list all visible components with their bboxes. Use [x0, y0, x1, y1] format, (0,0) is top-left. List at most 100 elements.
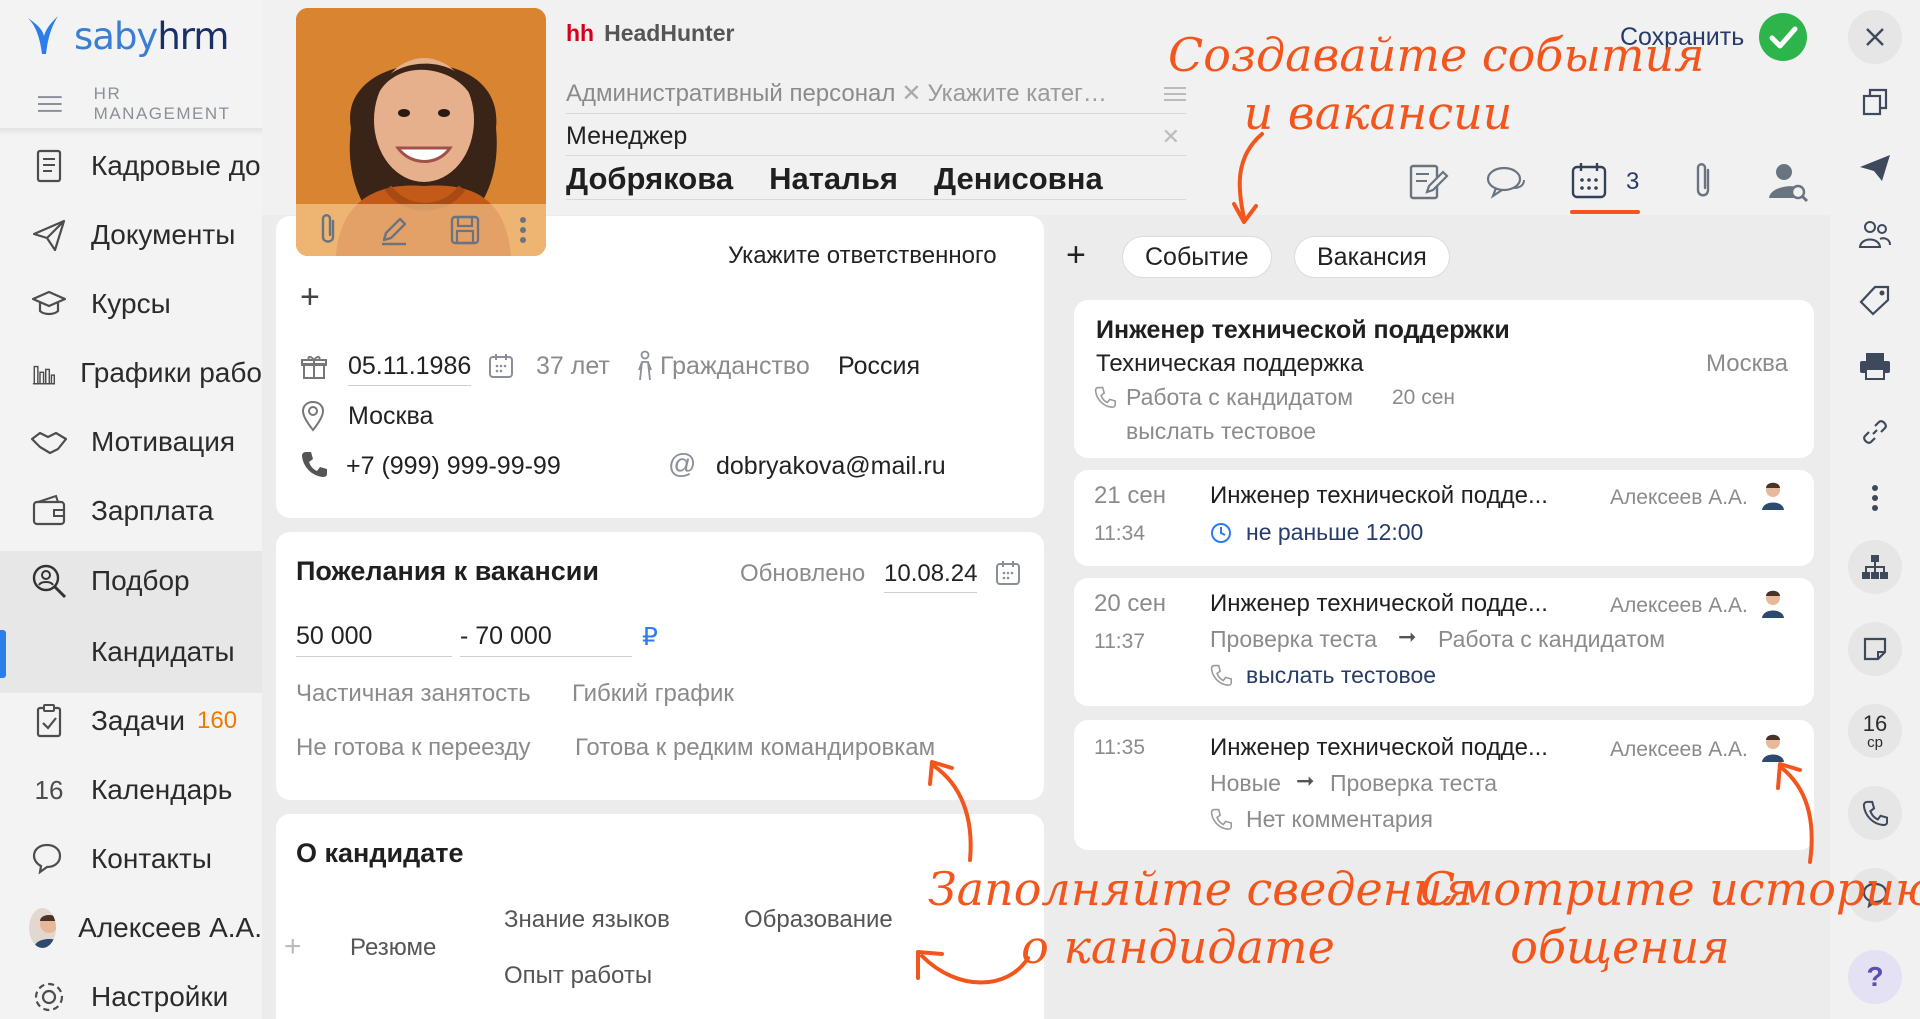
sidebar-item-label: Графики рабо — [80, 357, 262, 388]
people-button[interactable] — [1853, 212, 1897, 256]
updated-label: Обновлено — [740, 560, 866, 587]
sidebar-item-motivation[interactable]: Мотивация — [0, 411, 262, 473]
author-avatar — [1760, 588, 1786, 618]
wish-tag[interactable]: Гибкий график — [572, 680, 734, 708]
phone-value[interactable]: +7 (999) 999-99-99 — [346, 452, 561, 481]
copy-button[interactable] — [1853, 80, 1897, 124]
clock-icon — [1211, 523, 1231, 543]
history-stage-to: Проверка теста — [1330, 770, 1498, 796]
responsible-field[interactable]: Укажите ответственного — [728, 242, 997, 270]
send-button[interactable] — [1853, 146, 1897, 190]
salary-to-field[interactable]: - 70 000 — [460, 622, 632, 657]
more-button[interactable] — [1853, 476, 1897, 520]
close-button[interactable] — [1848, 10, 1902, 64]
sidebar-item-calendar[interactable]: 16 Календарь — [0, 759, 262, 821]
history-stage-from: Новые — [1210, 770, 1281, 796]
wish-tag[interactable]: Не готова к переезду — [296, 734, 530, 762]
middle-name[interactable]: Денисовна — [934, 161, 1103, 197]
send-icon — [1860, 155, 1890, 181]
experience-link[interactable]: Опыт работы — [504, 962, 652, 990]
sidebar-item-documents[interactable]: Документы — [0, 204, 262, 266]
remove-category-icon[interactable]: ✕ — [901, 79, 921, 108]
person-icon — [638, 350, 652, 381]
sidebar-item-label: Кандидаты — [91, 636, 235, 667]
people-icon — [1858, 221, 1891, 248]
sidebar-item-recruiting[interactable]: Подбор — [0, 551, 262, 611]
category-placeholder[interactable]: Укажите катег… — [928, 80, 1107, 108]
citizenship-value[interactable]: Россия — [838, 352, 920, 381]
sidebar-item-settings[interactable]: Настройки — [0, 966, 262, 1019]
sidebar-item-schedules[interactable]: Графики рабо — [0, 342, 262, 404]
position-field[interactable]: Менеджер ✕ — [566, 118, 1186, 156]
category-field[interactable]: Административный персонал ✕ Укажите кате… — [566, 74, 1186, 114]
calendar-icon[interactable] — [995, 559, 1021, 587]
tab-attachments[interactable] — [1682, 160, 1726, 204]
call-button[interactable] — [1848, 786, 1902, 840]
calendar-icon[interactable] — [488, 352, 514, 380]
first-name[interactable]: Наталья — [769, 161, 898, 197]
pencil-icon[interactable] — [378, 214, 410, 246]
vacancy-city: Москва — [1706, 350, 1788, 377]
sidebar-item-candidates[interactable]: Кандидаты — [0, 611, 262, 693]
add-section-button[interactable]: + — [284, 930, 302, 964]
wish-tag[interactable]: Частичная занятость — [296, 680, 531, 708]
logo[interactable]: sabyhrm — [26, 14, 229, 58]
category-chip: Административный персонал — [566, 79, 896, 107]
arrow-annotation-icon — [916, 950, 1030, 985]
event-button[interactable]: Событие — [1122, 236, 1272, 278]
history-time: 11:37 — [1094, 630, 1145, 653]
add-event-button[interactable]: + — [1066, 236, 1086, 275]
wallet-icon — [32, 494, 66, 526]
logo-hrm: hrm — [157, 14, 229, 58]
education-link[interactable]: Образование — [744, 906, 893, 934]
logo-text: sabyhrm — [74, 14, 229, 58]
email-value[interactable]: dobryakova@mail.ru — [716, 452, 946, 481]
tab-events[interactable]: 3 — [1570, 160, 1650, 204]
birth-date-field[interactable]: 05.11.1986 — [348, 352, 472, 386]
sidebar-item-tasks[interactable]: Задачи 160 — [0, 690, 262, 752]
sidebar-item-profile[interactable]: Алексеев А.А. — [0, 897, 262, 959]
city-value[interactable]: Москва — [348, 402, 433, 431]
last-name[interactable]: Добрякова — [566, 161, 733, 197]
saby-bird-icon — [28, 16, 58, 54]
currency-selector[interactable]: ₽ — [642, 622, 658, 652]
structure-button[interactable] — [1848, 540, 1902, 594]
calendar-weekday: ср — [1867, 733, 1883, 751]
print-button[interactable] — [1853, 344, 1897, 388]
active-tab-underline — [1570, 210, 1640, 214]
tab-candidate-search[interactable] — [1766, 160, 1810, 204]
wish-tag[interactable]: Готова к редким командировкам — [575, 734, 935, 762]
printer-icon — [1860, 353, 1890, 380]
link-button[interactable] — [1853, 410, 1897, 454]
full-name-field[interactable]: Добрякова Наталья Денисовна — [566, 158, 1186, 200]
annotation-create-events: Создавайте события и вакансии — [1168, 26, 1705, 142]
sidebar: sabyhrm HR MANAGEMENT Кадровые до Докуме… — [0, 0, 262, 1019]
sidebar-item-salary[interactable]: Зарплата — [0, 480, 262, 542]
help-button[interactable]: ? — [1848, 950, 1902, 1004]
annotation-line: Создавайте события — [1168, 28, 1705, 82]
calendar-icon — [1571, 163, 1607, 199]
vacancy-button[interactable]: Вакансия — [1294, 236, 1450, 278]
floppy-disk-icon[interactable] — [448, 213, 482, 247]
salary-from-field[interactable]: 50 000 — [296, 622, 452, 657]
arrow-annotation-icon — [928, 760, 973, 862]
sidebar-item-courses[interactable]: Курсы — [0, 273, 262, 335]
updated-date-field[interactable]: 10.08.24 — [884, 560, 978, 593]
hamburger-icon[interactable] — [38, 95, 62, 113]
phone-icon — [302, 452, 327, 477]
tab-notes[interactable] — [1405, 160, 1449, 204]
resume-link[interactable]: Резюме — [350, 934, 436, 962]
languages-link[interactable]: Знание языков — [504, 906, 670, 934]
sidebar-item-label: Настройки — [91, 981, 229, 1012]
more-vertical-icon[interactable] — [519, 214, 527, 246]
paperclip-icon[interactable] — [315, 213, 341, 247]
arrow-right-icon: ➞ — [1398, 624, 1417, 649]
note-button[interactable] — [1848, 622, 1902, 676]
tab-chat[interactable] — [1484, 160, 1528, 204]
arrow-annotation-icon — [1232, 132, 1264, 224]
add-button[interactable]: + — [300, 278, 320, 317]
sidebar-item-hr-docs[interactable]: Кадровые до — [0, 135, 262, 197]
sidebar-item-contacts[interactable]: Контакты — [0, 828, 262, 890]
tag-button[interactable] — [1853, 278, 1897, 322]
calendar-button[interactable]: 16 ср — [1848, 704, 1902, 758]
